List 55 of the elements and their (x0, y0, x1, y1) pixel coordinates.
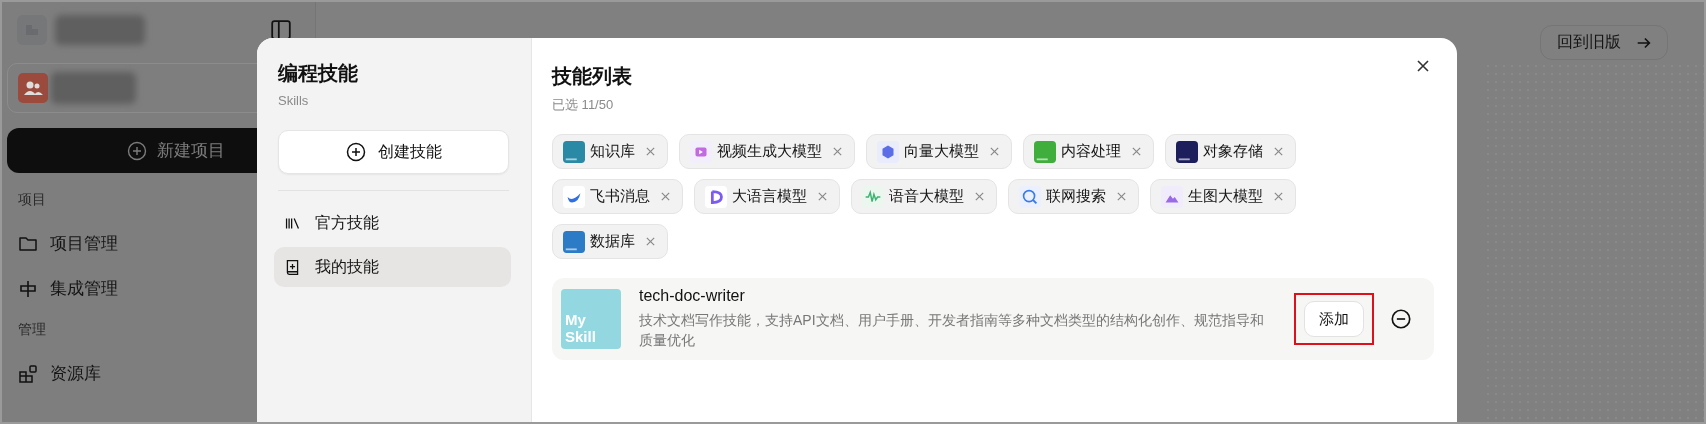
remove-icon[interactable] (1273, 191, 1284, 202)
book-logo-icon (563, 140, 585, 163)
back-to-old-version-button[interactable]: 回到旧版 (1540, 25, 1668, 60)
remove-icon[interactable] (974, 191, 985, 202)
remove-icon[interactable] (832, 146, 843, 157)
book-plus-icon (284, 258, 301, 276)
processing-logo-icon (1034, 140, 1056, 163)
skill-tag: 向量大模型 (866, 134, 1012, 169)
skill-name: tech-doc-writer (639, 287, 746, 306)
skill-tag: 知识库 (552, 134, 668, 169)
skill-tag: 对象存储 (1165, 134, 1296, 169)
remove-icon[interactable] (645, 146, 656, 157)
sidebar-toggle-icon[interactable] (270, 19, 292, 41)
blocks-icon (18, 363, 38, 384)
remove-icon[interactable] (817, 191, 828, 202)
remove-icon[interactable] (1131, 146, 1142, 157)
skill-tag: 视频生成大模型 (679, 134, 855, 169)
cube-icon (877, 140, 899, 163)
plus-circle-icon (126, 140, 147, 161)
skill-tag: 数据库 (552, 224, 668, 259)
skill-tag: 生图大模型 (1150, 179, 1296, 214)
skill-tag: 联网搜索 (1008, 179, 1139, 214)
play-icon (690, 140, 712, 163)
selected-count: 已选 11/50 (552, 96, 615, 114)
database-logo-icon (563, 230, 585, 253)
skill-category-item[interactable]: 我的技能 (274, 247, 511, 287)
dialog-subtitle: Skills (278, 93, 310, 108)
team-icon (18, 73, 48, 103)
image-icon (1161, 185, 1183, 208)
list-title: 技能列表 (552, 64, 632, 89)
section-label: 项目 (18, 191, 47, 209)
remove-icon[interactable] (660, 191, 671, 202)
remove-icon[interactable] (1116, 191, 1127, 202)
sidebar-item[interactable]: 资源库 (18, 351, 310, 396)
section-label: 管理 (18, 321, 47, 339)
skill-logo: My Skill (561, 289, 621, 349)
minus-circle-icon[interactable] (1390, 308, 1412, 330)
skill-tag: 内容处理 (1023, 134, 1154, 169)
skill-description: 技术文档写作技能，支持API文档、用户手册、开发者指南等多种文档类型的结构化创作、规范指导和质量优化 (639, 311, 1265, 350)
storage-logo-icon (1176, 140, 1198, 163)
create-skill-button[interactable]: 创建技能 (278, 130, 509, 174)
ring-logo-icon (705, 185, 727, 208)
integration-icon (18, 278, 38, 299)
dialog-title: 编程技能 (278, 61, 358, 86)
remove-icon[interactable] (1273, 146, 1284, 157)
skill-tag: 语音大模型 (851, 179, 997, 214)
skill-tag: 大语言模型 (694, 179, 840, 214)
remove-icon[interactable] (989, 146, 1000, 157)
plus-circle-icon (345, 142, 366, 162)
add-button[interactable]: 添加 (1304, 301, 1364, 337)
remove-icon[interactable] (645, 236, 656, 247)
globe-search-icon (1019, 185, 1041, 208)
skill-tag: 飞书消息 (552, 179, 683, 214)
sound-wave-icon (862, 185, 884, 208)
bird-logo-icon (563, 185, 585, 208)
